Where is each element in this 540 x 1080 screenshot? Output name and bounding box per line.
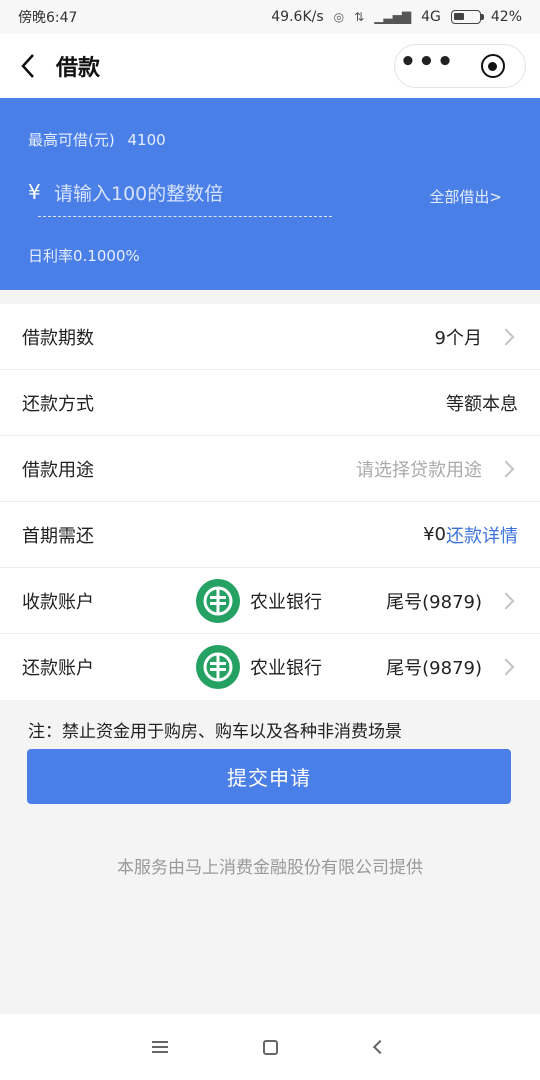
row-label: 还款方式 [22,393,94,415]
chevron-right-icon [497,592,515,609]
status-right: 49.6K/s ◎ ⇅ ▁▃▅▇ 4G 42% [271,9,522,25]
loan-purpose-placeholder: 请选择贷款用途 [356,459,482,481]
loan-form: 借款期数 9个月 还款方式 等额本息 借款用途 请选择贷款用途 首期需还 ¥0 … [0,304,540,700]
repayment-method-value: 等额本息 [446,393,518,415]
back-icon [372,1039,388,1055]
receiving-account-row[interactable]: 收款账户 农业银行 尾号(9879) [0,568,540,634]
bank-name: 农业银行 [250,658,322,679]
daily-rate: 日利率0.1000% [28,247,140,265]
row-label: 借款用途 [22,459,94,481]
home-icon [262,1039,278,1055]
back-button[interactable] [0,34,56,98]
row-label: 首期需还 [22,525,94,547]
battery-percent: 42% [490,9,522,25]
first-payment-row: 首期需还 ¥0 还款详情 [0,502,540,568]
battery-icon [450,10,484,24]
max-limit-value: 4100 [127,131,166,149]
header: 借款 ••• [0,34,540,98]
data-arrows-icon: ⇅ [354,10,365,24]
page-title: 借款 [56,56,101,81]
bank-name: 农业银行 [250,592,322,613]
menu-icon [152,1041,168,1053]
max-limit: 最高可借(元) 4100 [28,129,166,150]
chevron-right-icon [497,328,515,345]
target-icon [480,54,505,78]
provider-text: 本服务由马上消费金融股份有限公司提供 [117,858,423,878]
system-nav-bar [0,1014,540,1080]
bank-logo-icon [196,645,240,689]
more-dots-icon: ••• [399,47,456,77]
loan-term-value: 9个月 [434,327,482,349]
loan-banner: 最高可借(元) 4100 ¥ 全部借出> 日利率0.1000% [0,98,540,290]
close-program-button[interactable] [460,45,525,87]
repayment-account-row[interactable]: 还款账户 农业银行 尾号(9879) [0,634,540,700]
row-label: 收款账户 [22,591,94,613]
status-time: 傍晚6:47 [18,10,78,26]
chevron-left-icon [21,54,34,78]
submit-button[interactable]: 提交申请 [27,749,511,804]
mini-program-capsule: ••• [394,44,526,88]
network-type: 4G [421,9,441,25]
nav-menu-button[interactable] [105,1014,215,1080]
borrow-all-link[interactable]: 全部借出> [429,186,502,207]
bank-info: 农业银行 [196,579,322,623]
alarm-icon: ◎ [333,10,345,24]
more-button[interactable]: ••• [395,45,460,87]
bank-info: 农业银行 [196,645,322,689]
nav-home-button[interactable] [215,1014,325,1080]
usage-note: 注：禁止资金用于购房、购车以及各种非消费场景 [28,722,402,742]
currency-symbol: ¥ [28,180,41,204]
status-bar: 傍晚6:47 49.6K/s ◎ ⇅ ▁▃▅▇ 4G 42% [0,0,540,34]
signal-icon: ▁▃▅▇ [374,10,412,24]
account-tail-number: 尾号(9879) [386,591,482,613]
chevron-right-icon [497,658,515,676]
repayment-details-link[interactable]: 还款详情 [446,522,518,548]
amount-input[interactable] [54,178,334,210]
chevron-right-icon [497,460,515,477]
loan-purpose-row[interactable]: 借款用途 请选择贷款用途 [0,436,540,502]
first-payment-value: ¥0 [423,524,446,545]
row-label: 借款期数 [22,327,94,349]
max-limit-label: 最高可借(元) [28,131,115,149]
network-speed: 49.6K/s [271,9,324,25]
repayment-method-row: 还款方式 等额本息 [0,370,540,436]
nav-back-button[interactable] [325,1014,435,1080]
account-tail-number: 尾号(9879) [386,658,482,679]
loan-term-row[interactable]: 借款期数 9个月 [0,304,540,370]
amount-underline [38,216,332,217]
bank-logo-icon [196,579,240,623]
row-label: 还款账户 [22,658,94,679]
